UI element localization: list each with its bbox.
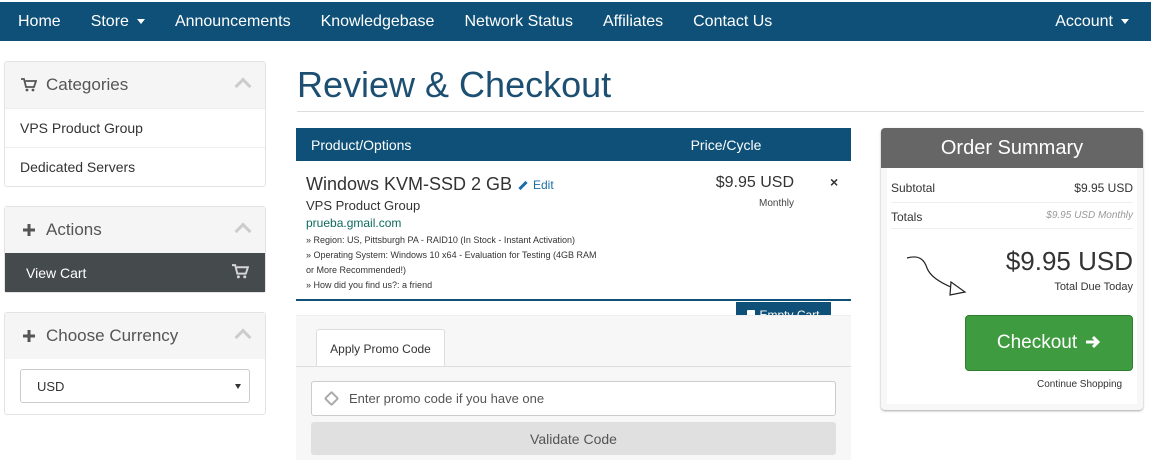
header-price-cycle: Price/Cycle [690,136,762,153]
product-name: Windows KVM-SSD 2 GB [306,174,513,194]
nav-contact-us[interactable]: Contact Us [678,2,787,41]
cart-item: Windows KVM-SSD 2 GB Edit VPS Product Gr… [296,161,851,301]
dropdown-arrow-icon [235,383,241,389]
product-options: » Region: US, Pittsburgh PA - RAID10 (In… [306,233,606,293]
promo-code-input[interactable]: Enter promo code if you have one [311,381,836,416]
plus-icon [20,329,38,343]
option-line: » Region: US, Pittsburgh PA - RAID10 (In… [306,235,575,245]
shopping-cart-icon [232,263,250,282]
plus-icon [20,223,38,237]
edit-label: Edit [533,178,554,192]
totals-value: $9.95 USD Monthly [1046,210,1133,221]
nav-affiliates[interactable]: Affiliates [588,2,678,41]
nav-contact-us-label: Contact Us [693,12,773,30]
categories-title: Categories [46,75,129,94]
arrow-right-icon [1085,333,1101,354]
nav-announcements-label: Announcements [174,12,291,30]
validate-code-button[interactable]: Validate Code [311,422,836,455]
nav-knowledgebase-label: Knowledgebase [320,12,435,30]
summary-divider [891,228,1133,229]
total-due-amount: $9.95 USD [1005,246,1133,276]
tab-apply-promo-code[interactable]: Apply Promo Code [316,329,445,367]
view-cart-label: View Cart [26,264,87,281]
item-cycle: Monthly [758,198,794,209]
currency-select-wrap: USD [5,359,265,414]
nav-network-status-label: Network Status [464,12,573,30]
nav-announcements[interactable]: Announcements [160,2,306,41]
actions-panel: Actions View Cart [4,206,266,293]
subtotal-row: Subtotal $9.95 USD [891,181,1133,195]
pencil-icon [518,180,528,190]
chevron-up-icon[interactable] [234,328,252,346]
nav-network-status[interactable]: Network Status [449,2,587,41]
caret-down-icon [1121,19,1129,24]
continue-shopping-link[interactable]: Continue Shopping [1037,379,1122,390]
nav-home[interactable]: Home [0,2,76,41]
totals-label: Totals [891,210,923,224]
currency-panel-header[interactable]: Choose Currency [5,313,265,359]
summary-divider [891,202,1133,203]
page-title: Review & Checkout [297,64,612,105]
nav-store[interactable]: Store [76,2,160,41]
currency-select[interactable]: USD [20,369,250,403]
promo-placeholder: Enter promo code if you have one [349,391,545,406]
currency-panel: Choose Currency USD [4,312,266,415]
sidebar-item-vps-product-group[interactable]: VPS Product Group [5,108,265,147]
shopping-cart-icon [20,78,38,92]
chevron-up-icon[interactable] [234,77,252,95]
tab-divider [296,366,851,367]
sidebar-item-dedicated-servers[interactable]: Dedicated Servers [5,147,265,186]
nav-account[interactable]: Account [1040,2,1151,41]
sidebar-item-view-cart[interactable]: View Cart [5,253,265,292]
nav-store-label: Store [90,12,129,30]
categories-panel: Categories VPS Product Group Dedicated S… [4,61,266,187]
checkout-button[interactable]: Checkout [965,315,1133,371]
product-domain: prueba.gmail.com [306,216,402,230]
nav-affiliates-label: Affiliates [602,12,664,30]
actions-title: Actions [46,220,102,239]
cart-table-header: Product/Options Price/Cycle [296,128,851,161]
currency-selected-value: USD [37,378,65,394]
option-line: » Operating System: Windows 10 x64 - Eva… [306,250,597,275]
promo-section: Apply Promo Code Enter promo code if you… [296,315,851,460]
option-line: » How did you find us?: a friend [306,280,433,290]
order-summary-title: Order Summary [881,128,1143,168]
item-price: $9.95 USD [715,174,794,191]
nav-home-label: Home [18,12,61,30]
product-group: VPS Product Group [306,198,421,213]
actions-panel-header[interactable]: Actions [5,207,265,253]
header-product-options: Product/Options [311,136,412,153]
nav-account-label: Account [1055,12,1113,30]
chevron-up-icon[interactable] [234,222,252,240]
edit-link[interactable]: Edit [518,178,554,192]
subtotal-label: Subtotal [891,181,936,195]
tag-icon [323,390,340,407]
categories-panel-header[interactable]: Categories [5,62,265,108]
nav-knowledgebase[interactable]: Knowledgebase [306,2,450,41]
checkout-label: Checkout [996,332,1078,353]
title-divider [297,111,1144,112]
currency-title: Choose Currency [46,326,179,345]
totals-row: Totals $9.95 USD Monthly [891,210,1133,224]
remove-item-icon[interactable]: × [830,174,838,190]
caret-down-icon [136,19,145,24]
subtotal-value: $9.95 USD [1074,181,1133,195]
drawn-arrow-annotation [906,256,967,296]
total-due-label: Total Due Today [1054,281,1133,293]
top-navbar: Home Store Announcements Knowledgebase N… [0,0,1151,41]
